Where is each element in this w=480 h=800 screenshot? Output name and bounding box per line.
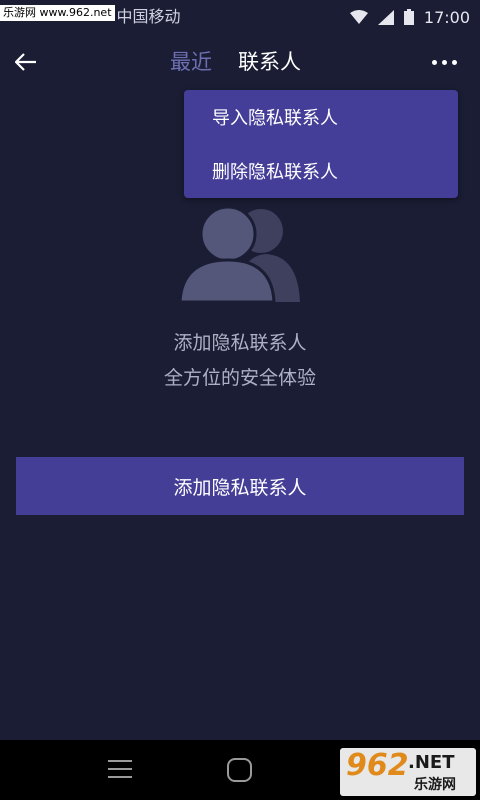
signal-icon <box>377 9 394 25</box>
menu-icon[interactable] <box>108 760 134 780</box>
arrow-left-icon <box>15 53 36 71</box>
more-button[interactable] <box>424 48 464 76</box>
battery-icon <box>403 9 414 25</box>
empty-state-subtitle: 全方位的安全体验 <box>163 367 316 389</box>
tab-recent[interactable]: 最近 <box>170 46 212 76</box>
back-button[interactable] <box>10 46 42 78</box>
watermark-logo: 962 .NET 乐游网 <box>340 748 476 796</box>
status-left: 乐游网 www.962.net 中国移动 <box>0 0 181 34</box>
status-right: 17:00 <box>349 7 470 27</box>
header: 最近 联系人 <box>0 34 480 90</box>
logo-number: 962 <box>346 748 409 783</box>
home-icon[interactable] <box>227 758 252 782</box>
tab-contacts[interactable]: 联系人 <box>238 46 301 76</box>
watermark-text: 乐游网 www.962.net <box>0 5 115 21</box>
more-dot <box>441 59 447 65</box>
status-bar: 乐游网 www.962.net 中国移动 17:00 <box>0 0 480 34</box>
add-private-contact-button[interactable]: 添加隐私联系人 <box>16 457 464 515</box>
menu-item-delete-private-contacts[interactable]: 删除隐私联系人 <box>184 144 458 198</box>
carrier-name: 中国移动 <box>116 7 181 26</box>
status-time: 17:00 <box>423 7 470 27</box>
menu-item-import-private-contacts[interactable]: 导入隐私联系人 <box>184 90 458 144</box>
empty-state-title: 添加隐私联系人 <box>173 332 307 354</box>
more-dots-icon <box>431 59 437 65</box>
logo-cn: 乐游网 <box>414 777 456 793</box>
menu-line <box>108 776 132 778</box>
wifi-icon <box>349 10 368 24</box>
contacts-icon <box>176 204 306 304</box>
menu-line <box>108 768 132 770</box>
more-dot <box>451 59 457 65</box>
logo-net: .NET <box>408 752 455 773</box>
menu-line <box>108 760 132 762</box>
overflow-menu: 导入隐私联系人 删除隐私联系人 <box>184 90 458 198</box>
